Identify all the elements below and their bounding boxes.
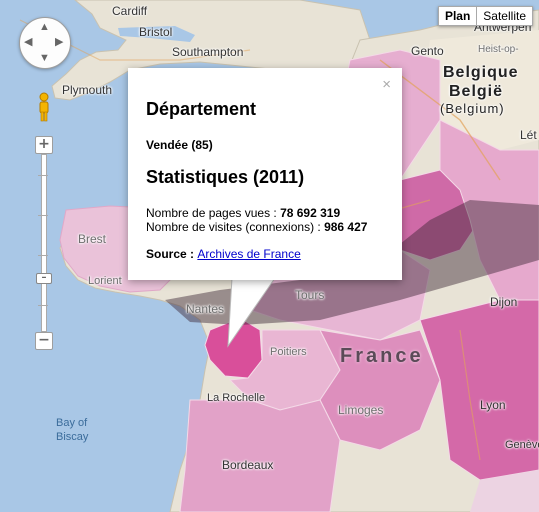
label-limoges: Limoges <box>338 403 384 417</box>
statistics-lines: Nombre de pages vues : 78 692 319 Nombre… <box>146 206 367 234</box>
label-belgie: België <box>449 83 504 100</box>
pan-right-icon[interactable]: ▶ <box>55 37 63 48</box>
pages-value: 78 692 319 <box>280 206 341 220</box>
label-southampton: Southampton <box>172 45 244 59</box>
source-row: Source : Archives de France <box>146 247 301 261</box>
zoom-tick <box>38 255 48 256</box>
map-type-control: Plan Satellite <box>437 6 533 26</box>
zoom-tick <box>38 215 48 216</box>
info-window: × Département Vendée (85) Statistiques (… <box>128 68 402 280</box>
zoom-in-button[interactable]: + <box>35 136 53 154</box>
statistics-heading: Statistiques (2011) <box>146 167 305 187</box>
visits-row: Nombre de visites (connexions) : 986 427 <box>146 220 367 234</box>
label-belgique: Belgique <box>443 64 519 81</box>
pages-label: Nombre de pages vues : <box>146 206 281 220</box>
label-dijon: Dijon <box>490 295 518 309</box>
visits-label: Nombre de visites (connexions) : <box>146 220 325 234</box>
pan-down-icon[interactable]: ▼ <box>39 53 50 64</box>
pegman-icon[interactable] <box>36 92 52 122</box>
label-la-rochelle: La Rochelle <box>207 392 266 404</box>
close-icon[interactable]: × <box>382 76 391 93</box>
label-plymouth: Plymouth <box>62 83 113 97</box>
zoom-tick <box>38 305 48 306</box>
department-name: Vendée (85) <box>146 138 213 152</box>
label-belgium: (Belgium) <box>440 101 505 116</box>
source-label: Source : <box>146 247 198 261</box>
pan-left-icon[interactable]: ◀ <box>24 37 32 48</box>
zoom-out-button[interactable]: − <box>35 332 53 350</box>
label-france: France <box>340 345 424 367</box>
label-bay-of-biscay: Bay of Biscay <box>56 416 88 444</box>
bay-line-1: Bay of <box>56 417 88 429</box>
label-nantes: Nantes <box>186 302 225 316</box>
pages-row: Nombre de pages vues : 78 692 319 <box>146 206 367 220</box>
source-link[interactable]: Archives de France <box>197 247 300 261</box>
zoom-slider-handle[interactable]: – <box>36 273 52 284</box>
map-type-plan-button[interactable]: Plan <box>437 6 478 26</box>
label-poitiers: Poitiers <box>270 346 307 358</box>
zoom-tick <box>38 175 48 176</box>
label-lorient: Lorient <box>88 275 122 287</box>
label-gento: Gento <box>411 44 444 58</box>
visits-value: 986 427 <box>324 220 368 234</box>
pan-control[interactable]: ▲ ▼ ◀ ▶ <box>19 17 71 69</box>
info-heading: Département <box>146 99 257 119</box>
label-heist: Heist-op- <box>478 44 519 55</box>
label-lyon: Lyon <box>480 398 506 412</box>
map-type-satellite-button[interactable]: Satellite <box>477 6 533 26</box>
pan-up-icon[interactable]: ▲ <box>39 22 50 33</box>
label-tours: Tours <box>295 288 325 302</box>
label-bordeaux: Bordeaux <box>222 458 274 472</box>
label-bristol: Bristol <box>139 25 173 39</box>
region-southwest <box>179 399 341 512</box>
label-brest: Brest <box>78 232 107 246</box>
bay-line-2: Biscay <box>56 431 89 443</box>
label-let: Lét <box>520 128 537 142</box>
label-geneve: Genève <box>505 439 539 451</box>
label-cardiff: Cardiff <box>112 4 148 18</box>
